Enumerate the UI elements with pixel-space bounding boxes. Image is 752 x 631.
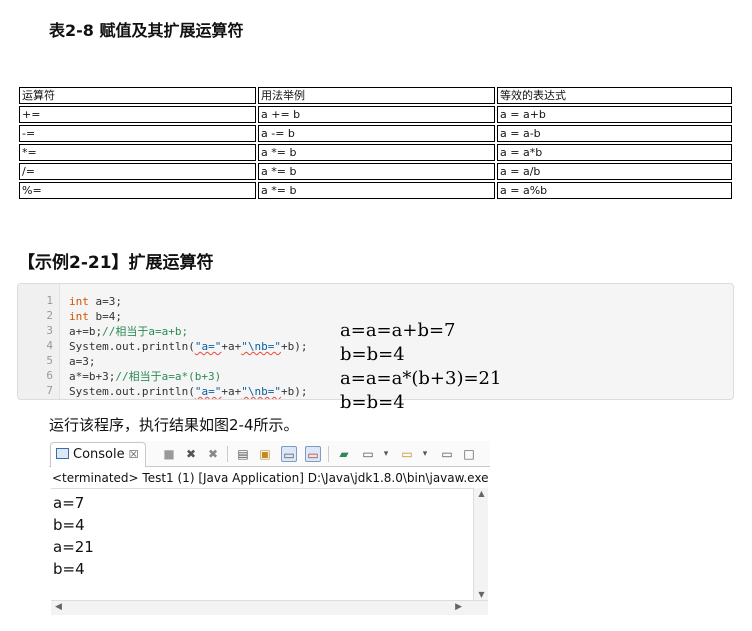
header-equivalent: 等效的表达式 — [497, 87, 732, 104]
cell-operator: %= — [19, 182, 256, 199]
table-row: /= a *= b a = a/b — [19, 163, 732, 180]
remove-all-launches-icon[interactable]: ✖ — [205, 446, 221, 462]
cell-usage: a -= b — [258, 125, 495, 142]
scroll-down-icon[interactable]: ▼ — [474, 590, 489, 599]
cell-equivalent: a = a*b — [497, 144, 732, 161]
vertical-scrollbar[interactable]: ▲ ▼ — [473, 488, 488, 600]
toolbar-separator — [328, 446, 329, 462]
cell-equivalent: a = a-b — [497, 125, 732, 142]
line-number: 1 — [46, 294, 53, 307]
line-number: 7 — [46, 384, 53, 397]
cell-usage: a += b — [258, 106, 495, 123]
scroll-lock-icon[interactable]: ▣ — [257, 446, 273, 462]
table-row: += a += b a = a+b — [19, 106, 732, 123]
cell-operator: /= — [19, 163, 256, 180]
show-on-output-icon[interactable]: ▭ — [305, 446, 321, 462]
line-number: 5 — [46, 354, 53, 367]
console-view: Console ☒ ■ ✖ ✖ ▤ ▣ ▭ ▭ ▰ ▭ ▾ ▭ ▾ ▭ □ <te… — [49, 441, 490, 620]
console-toolbar: Console ☒ ■ ✖ ✖ ▤ ▣ ▭ ▭ ▰ ▭ ▾ ▭ ▾ ▭ □ — [49, 441, 490, 467]
code-line: int b=4; — [69, 310, 122, 323]
cell-usage: a *= b — [258, 144, 495, 161]
line-number: 3 — [46, 324, 53, 337]
chevron-down-icon[interactable]: ▾ — [378, 446, 394, 462]
line-number: 2 — [46, 309, 53, 322]
cell-equivalent: a = a+b — [497, 106, 732, 123]
line-number: 4 — [46, 339, 53, 352]
table-row: *= a *= b a = a*b — [19, 144, 732, 161]
console-icon — [56, 448, 69, 459]
example-title: 【示例2-21】扩展运算符 — [18, 253, 214, 273]
output-line: a=21 — [53, 538, 94, 556]
chevron-down-icon[interactable]: ▾ — [417, 446, 433, 462]
code-text: int a=3; int b=4; a+=b;//相当于a=a+b; Syste… — [69, 294, 307, 399]
word-wrap-icon[interactable]: ▭ — [281, 446, 297, 462]
console-tab[interactable]: Console ☒ — [50, 442, 146, 467]
handwritten-result-annotation: a=a=a+b=7 b=b=4 a=a=a*(b+3)=21 b=b=4 — [340, 319, 501, 415]
terminate-icon[interactable]: ■ — [161, 446, 177, 462]
annotation-line: a=a=a*(b+3)=21 — [340, 368, 502, 389]
table-header-row: 运算符 用法举例 等效的表达式 — [19, 87, 732, 104]
cell-equivalent: a = a%b — [497, 182, 732, 199]
run-description: 运行该程序，执行结果如图2-4所示。 — [49, 416, 299, 434]
console-output[interactable]: a=7 b=4 a=21 b=4 — [51, 488, 473, 600]
horizontal-scrollbar[interactable]: ◀ ▶ — [51, 600, 488, 615]
cell-operator: += — [19, 106, 256, 123]
annotation-line: b=b=4 — [340, 344, 405, 365]
line-number-gutter: 1 2 3 4 5 6 7 — [18, 284, 60, 399]
table-row: -= a -= b a = a-b — [19, 125, 732, 142]
code-line: int a=3; — [69, 295, 122, 308]
cell-equivalent: a = a/b — [497, 163, 732, 180]
annotation-line: a=a=a+b=7 — [340, 320, 456, 341]
console-tab-label: Console — [73, 447, 125, 462]
console-status: <terminated> Test1 (1) [Java Application… — [52, 471, 488, 485]
code-line: a+=b;//相当于a=a+b; — [69, 325, 189, 338]
maximize-icon[interactable]: □ — [461, 446, 477, 462]
annotation-line: b=b=4 — [340, 392, 405, 413]
minimize-icon[interactable]: ▭ — [439, 446, 455, 462]
output-line: b=4 — [53, 560, 85, 578]
code-line: a=3; — [69, 355, 96, 368]
output-line: a=7 — [53, 494, 85, 512]
clear-console-icon[interactable]: ▤ — [235, 446, 251, 462]
open-console-icon[interactable]: ▭ — [399, 446, 415, 462]
display-console-icon[interactable]: ▭ — [360, 446, 376, 462]
remove-launch-icon[interactable]: ✖ — [183, 446, 199, 462]
cell-usage: a *= b — [258, 163, 495, 180]
scroll-left-icon[interactable]: ◀ — [55, 602, 62, 612]
scroll-up-icon[interactable]: ▲ — [474, 489, 489, 498]
close-icon[interactable]: ☒ — [129, 448, 139, 461]
code-line: System.out.println("a="+a+"\nb="+b); — [69, 385, 308, 398]
header-operator: 运算符 — [19, 87, 256, 104]
line-number: 6 — [46, 369, 53, 382]
cell-operator: -= — [19, 125, 256, 142]
output-line: b=4 — [53, 516, 85, 534]
table-row: %= a *= b a = a%b — [19, 182, 732, 199]
code-line: System.out.println("a="+a+"\nb="+b); — [69, 340, 308, 353]
code-line: a*=b+3;//相当于a=a*(b+3) — [69, 370, 222, 383]
header-usage: 用法举例 — [258, 87, 495, 104]
cell-usage: a *= b — [258, 182, 495, 199]
table-title: 表2-8 赋值及其扩展运算符 — [49, 21, 244, 40]
toolbar-separator — [227, 446, 228, 462]
operator-table: 运算符 用法举例 等效的表达式 += a += b a = a+b -= a -… — [17, 85, 734, 201]
cell-operator: *= — [19, 144, 256, 161]
scroll-right-icon[interactable]: ▶ — [455, 602, 462, 612]
pin-console-icon[interactable]: ▰ — [336, 446, 352, 462]
